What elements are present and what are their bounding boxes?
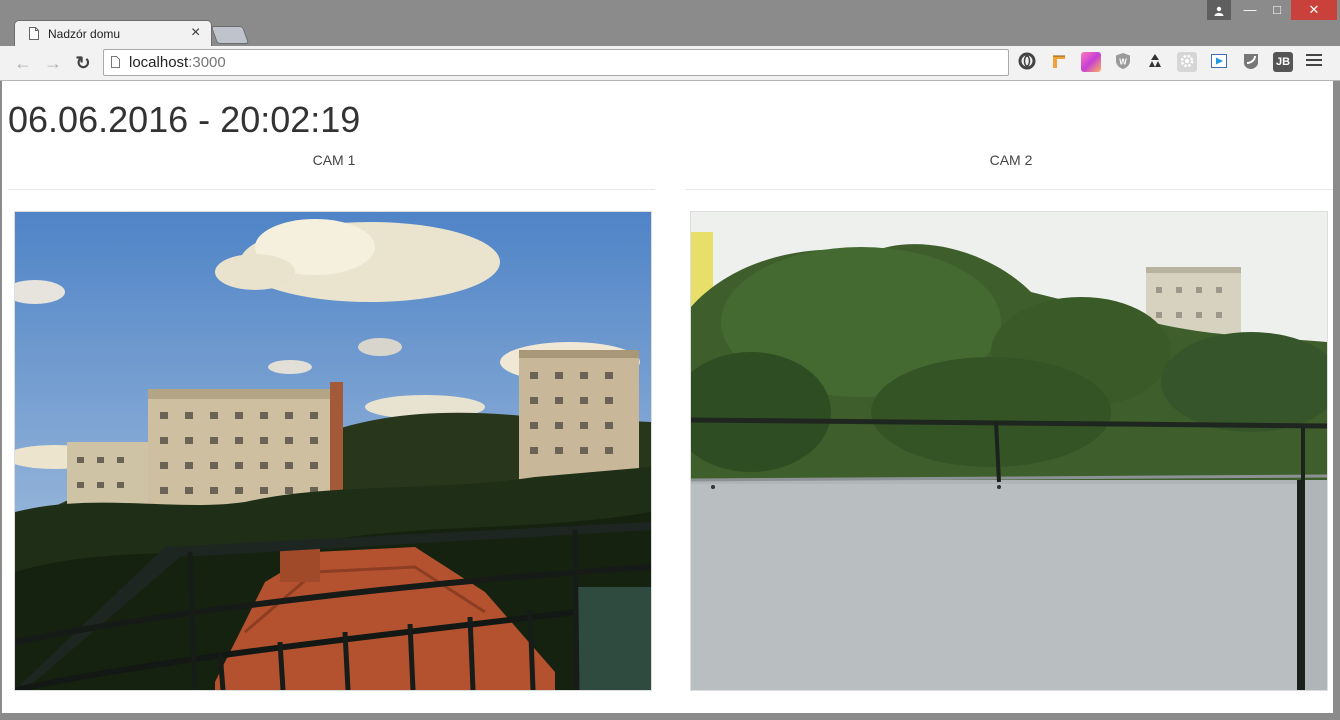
shield-w-extension-icon[interactable]: W — [1113, 52, 1133, 72]
cam-2-image — [691, 212, 1327, 690]
close-window-button[interactable]: ✕ — [1291, 0, 1337, 20]
badge-extension-icon[interactable] — [1241, 52, 1261, 72]
back-arrow-icon[interactable]: ← — [12, 52, 34, 74]
url-port: :3000 — [188, 54, 226, 71]
jb-extension-icon[interactable]: JB — [1273, 52, 1293, 72]
cam-2-feed[interactable] — [690, 211, 1328, 691]
cam-2-label: CAM 2 — [989, 152, 1033, 168]
ruler-extension-icon[interactable] — [1049, 52, 1069, 72]
cam-1-image — [15, 212, 651, 690]
tab-title: Nadzór domu — [48, 27, 121, 41]
color-picker-extension-icon[interactable] — [1081, 52, 1101, 72]
browser-tab[interactable]: Nadzór domu × — [14, 20, 212, 47]
page-content: 06.06.2016 - 20:02:19 CAM 1 CAM 2 — [2, 81, 1333, 713]
cam-1-label: CAM 1 — [312, 152, 356, 168]
title-bar: Nadzór domu × — □ ✕ — [0, 0, 1340, 47]
page-icon — [29, 27, 39, 40]
current-datetime: 06.06.2016 - 20:02:19 — [8, 99, 361, 140]
url-text: localhost:3000 — [129, 54, 226, 71]
tab-close-icon[interactable]: × — [191, 24, 200, 42]
cam-1-divider — [8, 189, 655, 190]
play-extension-icon[interactable] — [1209, 52, 1229, 72]
page-icon — [111, 56, 120, 68]
url-host: localhost — [129, 54, 189, 71]
svg-text:W: W — [1119, 58, 1127, 67]
forward-arrow-icon[interactable]: → — [42, 52, 64, 74]
cam-2-divider — [685, 189, 1333, 190]
hamburger-menu-icon[interactable] — [1306, 54, 1322, 69]
address-bar[interactable]: localhost:3000 — [103, 49, 1009, 76]
recycle-extension-icon[interactable] — [1145, 52, 1165, 72]
minimize-button[interactable]: — — [1237, 0, 1263, 20]
opera-extension-icon[interactable] — [1017, 52, 1037, 72]
reload-icon[interactable]: ↻ — [72, 52, 94, 74]
cam-1-feed[interactable] — [14, 211, 652, 691]
maximize-button[interactable]: □ — [1264, 0, 1290, 20]
new-tab-button[interactable] — [210, 26, 250, 44]
gear-extension-icon[interactable] — [1177, 52, 1197, 72]
browser-toolbar: ← → ↻ localhost:3000 W JB — [0, 46, 1340, 81]
user-profile-icon[interactable] — [1207, 0, 1231, 20]
browser-window: Nadzór domu × — □ ✕ ← → ↻ localhost:3000 — [0, 0, 1340, 720]
